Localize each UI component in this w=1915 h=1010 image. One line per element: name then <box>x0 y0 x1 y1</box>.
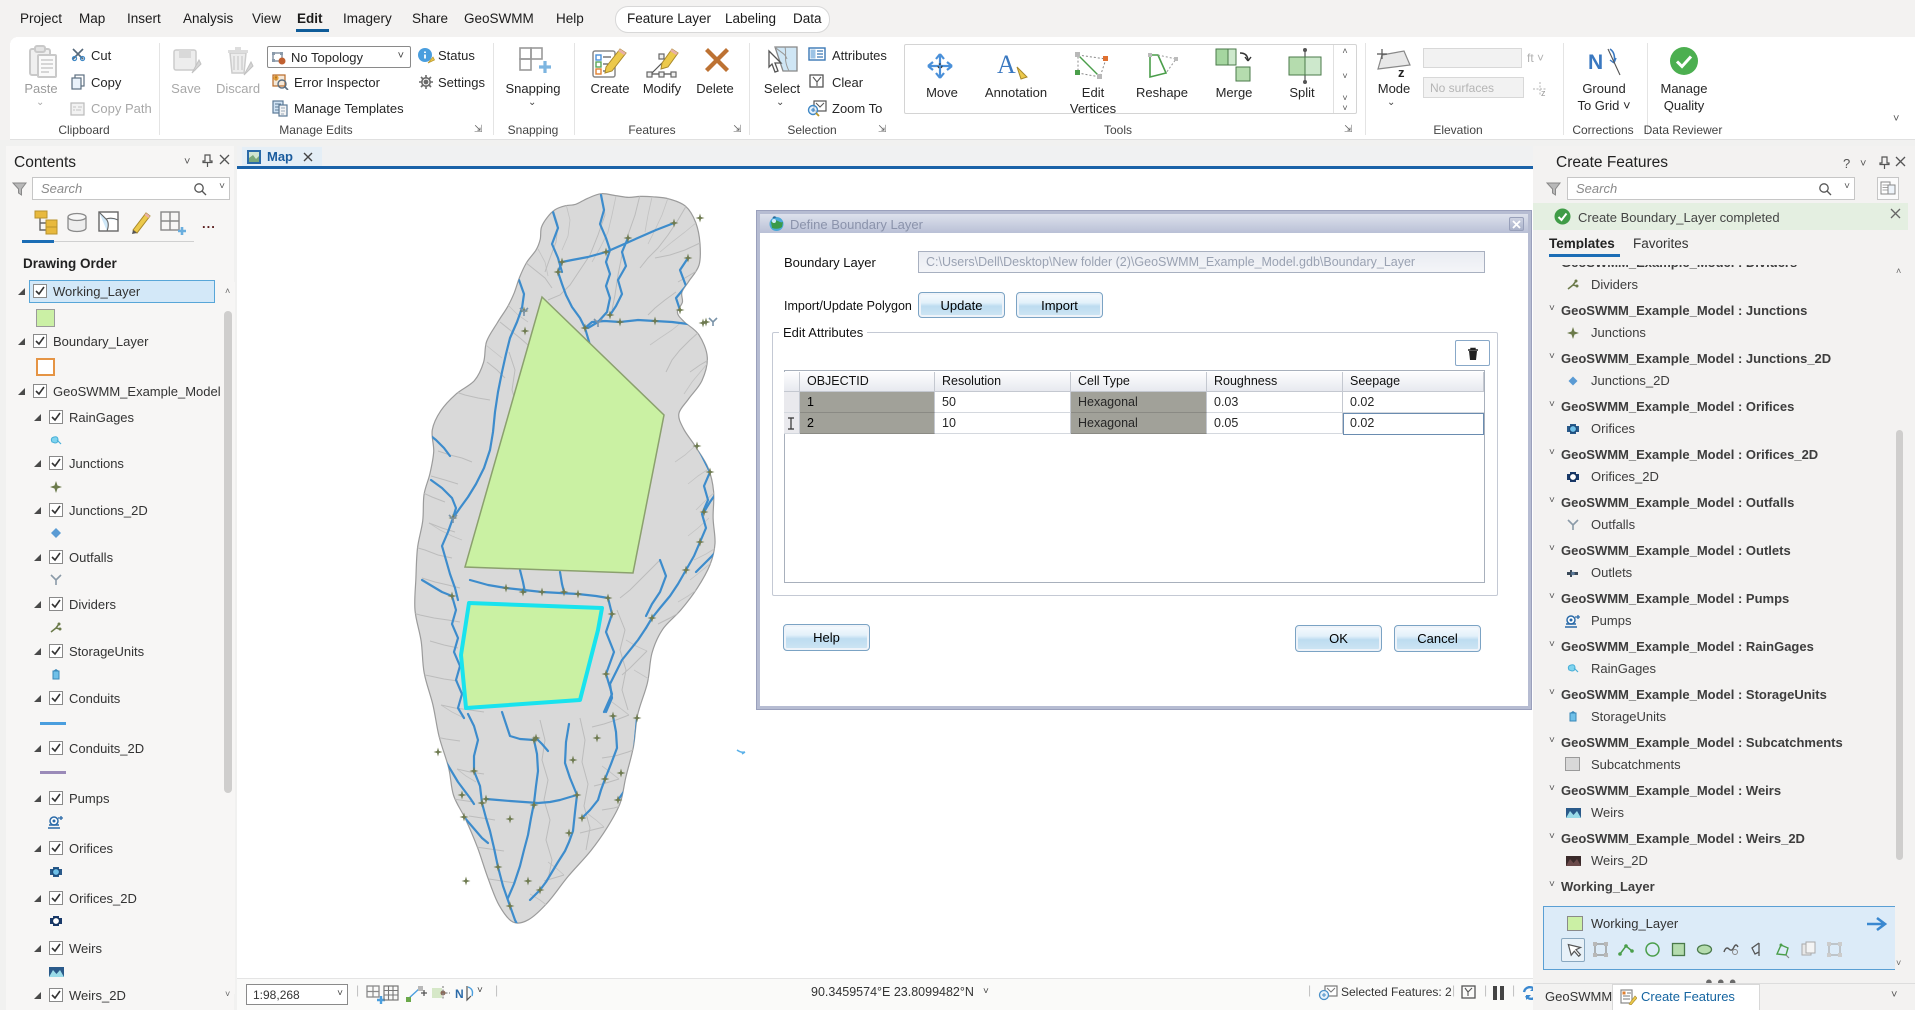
svg-text:z: z <box>1398 65 1405 79</box>
svg-text:N: N <box>455 987 464 1001</box>
svg-text:z: z <box>1541 88 1546 97</box>
svg-text:N: N <box>1588 51 1603 74</box>
svg-text:A: A <box>997 50 1016 79</box>
